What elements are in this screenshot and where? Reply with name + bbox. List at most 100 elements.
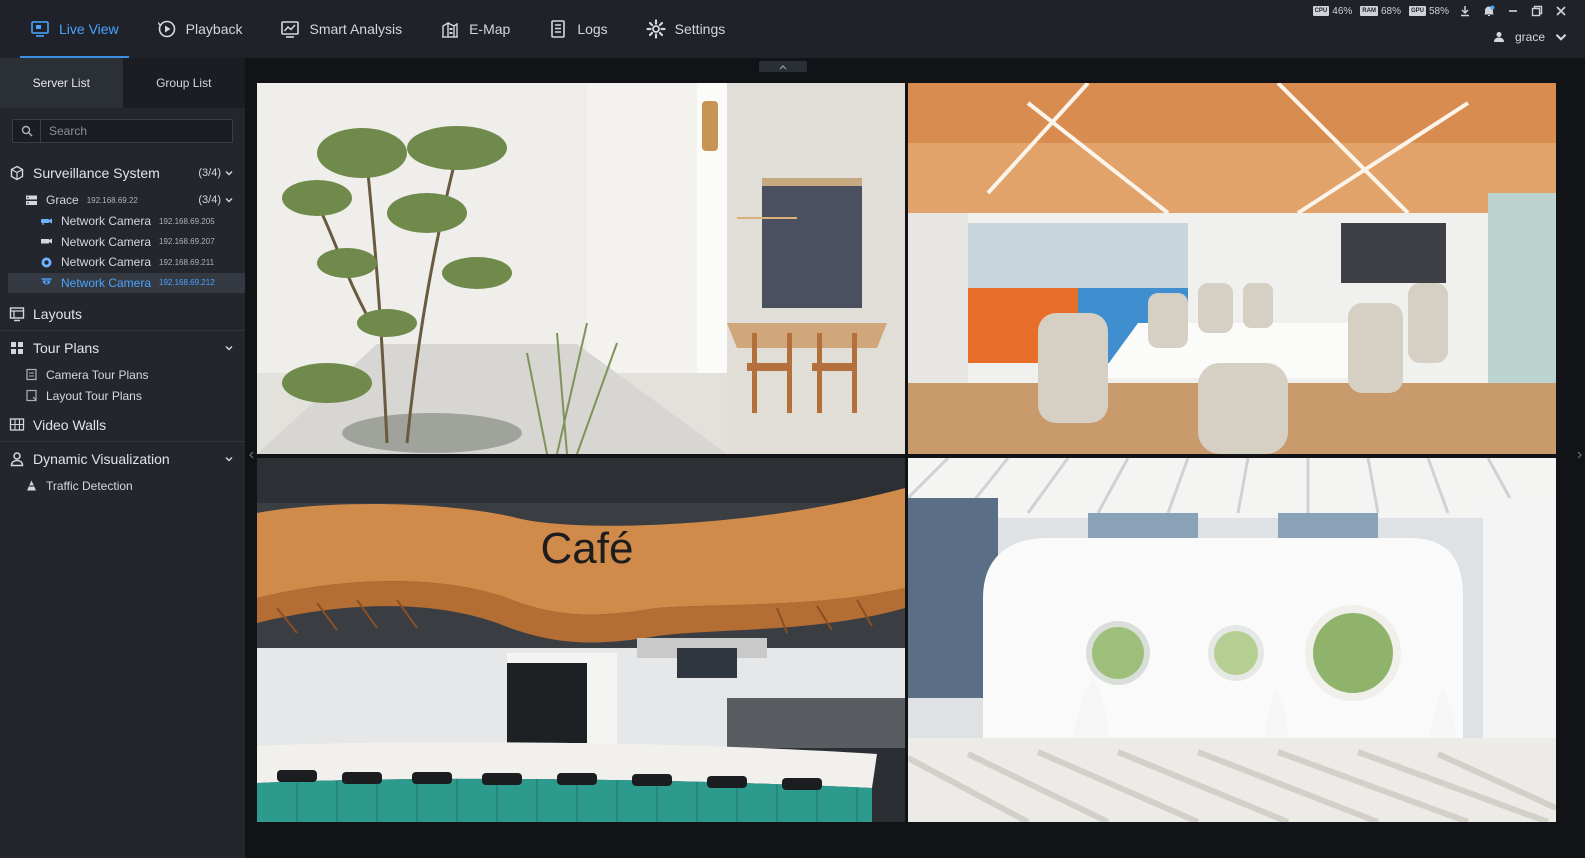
server-label: Grace (46, 193, 79, 207)
close-icon (1556, 6, 1566, 16)
gpu-chip: GPU (1408, 6, 1426, 16)
cpu-value: 46% (1332, 5, 1353, 17)
traffic-detection-item[interactable]: Traffic Detection (0, 475, 245, 496)
download-button[interactable] (1457, 3, 1473, 19)
nav-settings[interactable]: Settings (630, 0, 742, 58)
server-count: (3/4) (198, 194, 221, 206)
video-walls-node[interactable]: Video Walls (0, 408, 245, 441)
camera-label: Network Camera (61, 275, 152, 290)
surveillance-system-node[interactable]: Surveillance System (3/4) (0, 156, 245, 189)
sidebar: Server List Group List Surveillance Syst… (0, 58, 245, 858)
layouts-label: Layouts (33, 305, 83, 322)
camera-node-205[interactable]: Network Camera 192.168.69.205 (0, 211, 245, 232)
device-tree: Surveillance System (3/4) Grace 192.168.… (0, 156, 245, 496)
tab-group-list[interactable]: Group List (122, 58, 245, 108)
nav-live-view-label: Live View (59, 21, 119, 37)
layouts-node[interactable]: Layouts (0, 297, 245, 330)
camera-node-211[interactable]: Network Camera 192.168.69.211 (0, 252, 245, 273)
camera-label: Network Camera (61, 214, 152, 229)
video-walls-label: Video Walls (33, 416, 107, 433)
nav-smart-analysis-label: Smart Analysis (309, 21, 403, 37)
user-name: grace (1514, 30, 1545, 44)
camera-node-212[interactable]: Network Camera 192.168.69.212 (8, 272, 245, 293)
expand-left-button[interactable] (247, 446, 255, 464)
smart-analysis-icon (280, 19, 300, 39)
camera-ip: 192.168.69.212 (159, 278, 215, 288)
chevron-down-icon (225, 170, 233, 175)
logs-icon (548, 19, 568, 39)
search-icon[interactable] (13, 120, 41, 142)
cafe-scene: Café (257, 458, 905, 822)
video-feed-2[interactable] (908, 83, 1556, 454)
layouts-icon (9, 306, 25, 322)
nav-playback-label: Playback (185, 21, 243, 37)
camera-tour-plans-item[interactable]: Camera Tour Plans (0, 364, 245, 385)
dynamic-visualization-node[interactable]: Dynamic Visualization (0, 442, 245, 475)
search-box (12, 119, 233, 143)
chevron-left-icon (248, 451, 253, 459)
nav-live-view[interactable]: Live View (14, 0, 135, 58)
notification-button[interactable] (1481, 3, 1497, 19)
user-menu[interactable]: grace (1493, 30, 1567, 44)
grid-icon (9, 340, 25, 356)
expand-right-button[interactable] (1575, 446, 1583, 464)
server-node-grace[interactable]: Grace 192.168.69.22 (3/4) (0, 189, 245, 211)
cpu-meter: CPU 46% (1312, 5, 1353, 17)
gpu-meter: GPU 58% (1408, 5, 1449, 17)
live-view-area: Café (245, 58, 1585, 858)
tour-plans-label: Tour Plans (33, 339, 100, 356)
close-button[interactable] (1553, 3, 1569, 19)
nav-emap[interactable]: E-Map (424, 0, 526, 58)
cube-icon (9, 165, 25, 181)
main-nav: Live View Playback Smart Analysis E-Map … (14, 0, 747, 58)
restore-icon (1531, 5, 1543, 17)
layout-tour-plans-item[interactable]: Layout Tour Plans (0, 385, 245, 406)
chevron-down-icon (225, 345, 233, 350)
dynamic-visualization-label: Dynamic Visualization (33, 450, 170, 467)
download-icon (1461, 6, 1469, 17)
server-ip: 192.168.69.22 (86, 195, 138, 205)
search-input[interactable] (41, 120, 232, 142)
minimize-button[interactable] (1505, 3, 1521, 19)
collapse-toolbar-button[interactable] (759, 61, 807, 72)
nav-smart-analysis[interactable]: Smart Analysis (264, 0, 418, 58)
ram-meter: RAM 68% (1360, 6, 1401, 17)
chevron-up-icon (779, 64, 787, 69)
box-camera-icon (40, 235, 53, 248)
bell-icon (1484, 5, 1495, 16)
person-icon (9, 451, 25, 467)
atrium-scene (908, 458, 1556, 822)
surveillance-count: (3/4) (198, 166, 221, 179)
gpu-value: 58% (1428, 5, 1449, 17)
minimize-icon (1509, 10, 1517, 12)
nav-logs[interactable]: Logs (532, 0, 623, 58)
live-view-icon (30, 19, 50, 39)
nav-playback[interactable]: Playback (141, 0, 259, 58)
camera-ip: 192.168.69.211 (159, 257, 215, 267)
camera-tour-icon (25, 368, 38, 381)
video-feed-3[interactable]: Café (257, 458, 905, 822)
user-icon (1493, 32, 1504, 42)
surveillance-system-label: Surveillance System (33, 164, 160, 181)
camera-node-207[interactable]: Network Camera 192.168.69.207 (0, 232, 245, 253)
chevron-right-icon (1577, 451, 1582, 459)
chevron-down-icon (225, 456, 233, 461)
video-feed-4[interactable] (908, 458, 1556, 822)
top-bar: Live View Playback Smart Analysis E-Map … (0, 0, 1585, 58)
tour-plans-node[interactable]: Tour Plans (0, 331, 245, 364)
system-status: CPU 46% RAM 68% GPU 58% (1312, 3, 1569, 19)
video-feed-1[interactable] (257, 83, 905, 454)
fisheye-camera-icon (40, 256, 53, 269)
restore-button[interactable] (1529, 3, 1545, 19)
layout-tour-icon (25, 389, 38, 402)
camera-ip: 192.168.69.207 (159, 237, 215, 247)
playback-icon (157, 19, 177, 39)
server-icon (25, 194, 38, 207)
chevron-down-icon (1555, 34, 1567, 41)
traffic-cone-icon (25, 479, 38, 492)
tab-server-list[interactable]: Server List (0, 58, 123, 108)
settings-icon (646, 19, 666, 39)
ram-chip: RAM (1360, 6, 1378, 16)
emap-icon (440, 19, 460, 39)
cpu-chip: CPU (1312, 6, 1330, 16)
